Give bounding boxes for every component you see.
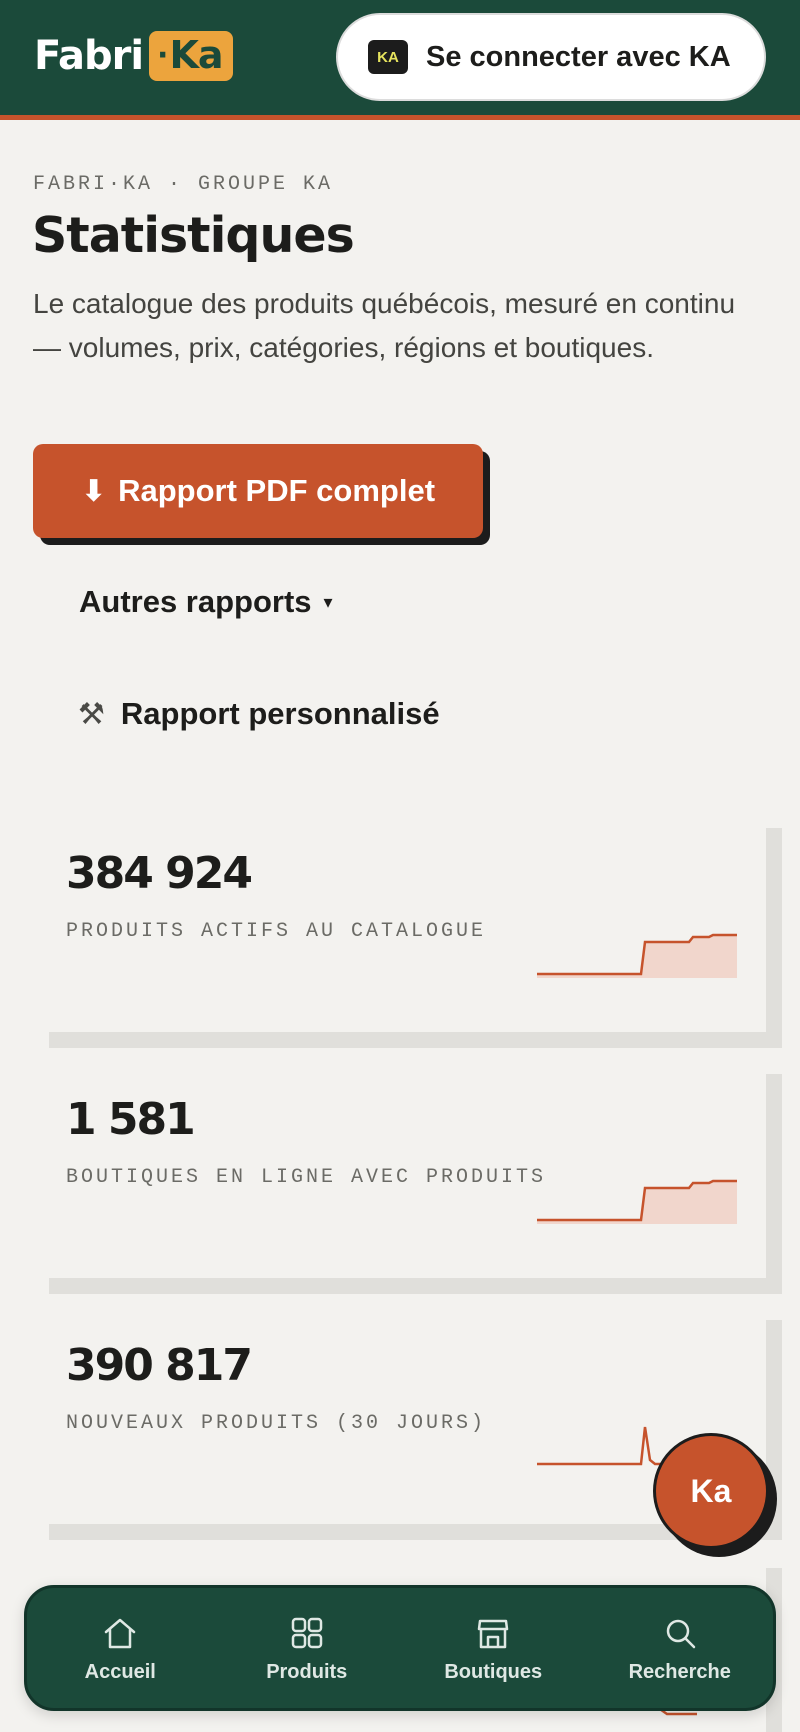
sparkline — [537, 1179, 737, 1224]
fabrika-logo[interactable]: Fabri · Ka — [34, 26, 233, 86]
connect-label: Se connecter avec KA — [426, 40, 731, 73]
ka-assistant-button[interactable]: Ka — [653, 1433, 769, 1549]
grid-icon — [291, 1617, 322, 1648]
custom-report-link[interactable]: ⚒ Rapport personnalisé — [78, 696, 440, 732]
store-icon — [478, 1619, 509, 1648]
logo-badge-text: Ka — [169, 33, 223, 77]
connect-with-ka-button[interactable]: KA Se connecter avec KA — [336, 13, 766, 101]
stat-card-online-shops: 1 581 BOUTIQUES EN LIGNE AVEC PRODUITS — [33, 1058, 766, 1278]
nav-label: Accueil — [84, 1660, 156, 1683]
breadcrumb: FABRI·KA · GROUPE KA — [33, 173, 334, 196]
nav-label: Recherche — [628, 1660, 731, 1683]
stat-value: 384 924 — [66, 848, 253, 899]
nav-item-accueil[interactable]: Accueil — [35, 1613, 205, 1684]
home-icon — [105, 1618, 136, 1648]
stat-value: 390 817 — [66, 1340, 253, 1391]
ka-icon: KA — [368, 40, 408, 74]
nav-item-produits[interactable]: Produits — [222, 1613, 392, 1684]
page-title: Statistiques — [32, 207, 355, 264]
other-reports-label: Autres rapports — [79, 584, 312, 619]
tools-icon: ⚒ — [78, 697, 105, 731]
download-icon: ⬇ — [80, 474, 107, 508]
full-pdf-report-button[interactable]: ⬇ Rapport PDF complet — [33, 444, 483, 538]
other-reports-dropdown[interactable]: Autres rapports ▾ — [79, 584, 333, 620]
stat-card-active-products: 384 924 PRODUITS ACTIFS AU CATALOGUE — [33, 812, 766, 1032]
nav-item-boutiques[interactable]: Boutiques — [408, 1613, 578, 1684]
nav-label: Boutiques — [444, 1660, 543, 1683]
custom-report-label: Rapport personnalisé — [120, 696, 440, 731]
stat-label: NOUVEAUX PRODUITS (30 JOURS) — [66, 1412, 487, 1435]
stat-label: BOUTIQUES EN LIGNE AVEC PRODUITS — [66, 1166, 547, 1189]
pdf-report-label: Rapport PDF complet — [118, 473, 436, 508]
logo-badge-dot: · — [157, 37, 168, 73]
stat-value: 1 581 — [66, 1094, 196, 1145]
nav-item-recherche[interactable]: Recherche — [595, 1613, 765, 1684]
logo-text: Fabri — [34, 33, 144, 79]
caret-down-icon: ▾ — [323, 591, 333, 612]
nav-label: Produits — [266, 1660, 348, 1683]
page-description: Le catalogue des produits québécois, mes… — [33, 288, 736, 363]
search-icon — [666, 1619, 695, 1648]
logo-badge: · Ka — [149, 31, 233, 81]
bottom-navigation: Accueil Produits Boutiques Recherche — [24, 1585, 776, 1711]
app-header: Fabri · Ka KA Se connecter avec KA — [0, 0, 800, 120]
stat-label: PRODUITS ACTIFS AU CATALOGUE — [66, 920, 487, 943]
sparkline — [537, 933, 737, 978]
